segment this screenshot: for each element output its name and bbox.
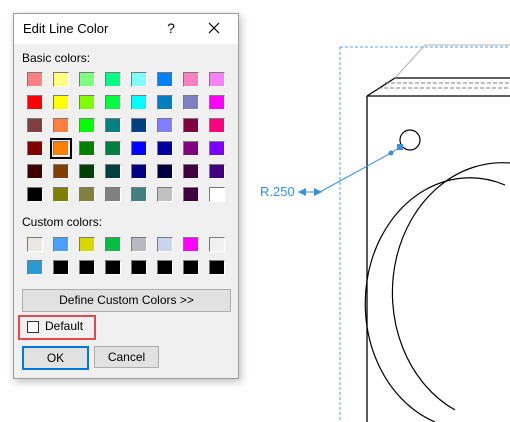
basic-color-swatch[interactable] <box>79 164 95 179</box>
basic-color-swatch[interactable] <box>157 72 173 87</box>
basic-color-swatch[interactable] <box>157 118 173 133</box>
basic-color-swatch[interactable] <box>131 95 147 110</box>
basic-color-swatch[interactable] <box>131 72 147 87</box>
view-boundary <box>339 46 510 422</box>
dimension-leader <box>319 146 401 193</box>
custom-color-swatch[interactable] <box>105 237 121 252</box>
basic-color-swatch[interactable] <box>105 72 121 87</box>
basic-color-swatch[interactable] <box>53 118 69 133</box>
basic-color-swatch[interactable] <box>131 187 147 202</box>
custom-color-swatch[interactable] <box>157 260 173 275</box>
basic-color-swatch[interactable] <box>50 138 72 159</box>
custom-color-swatch[interactable] <box>79 237 95 252</box>
custom-color-swatch[interactable] <box>131 237 147 252</box>
basic-color-swatch[interactable] <box>131 164 147 179</box>
basic-color-swatch[interactable] <box>79 141 95 156</box>
custom-color-swatch[interactable] <box>53 260 69 275</box>
dialog-title: Edit Line Color <box>23 21 109 36</box>
basic-color-swatch[interactable] <box>209 72 225 87</box>
basic-color-swatch[interactable] <box>27 72 43 87</box>
basic-color-swatch[interactable] <box>53 72 69 87</box>
custom-color-swatch[interactable] <box>105 260 121 275</box>
basic-color-swatch[interactable] <box>183 164 199 179</box>
custom-color-swatch[interactable] <box>209 237 225 252</box>
custom-color-swatch[interactable] <box>183 260 199 275</box>
basic-color-swatch[interactable] <box>79 118 95 133</box>
basic-color-swatch[interactable] <box>79 187 95 202</box>
basic-color-swatch[interactable] <box>209 95 225 110</box>
custom-color-swatch[interactable] <box>27 260 43 275</box>
custom-color-swatch[interactable] <box>79 260 95 275</box>
custom-color-swatch[interactable] <box>131 260 147 275</box>
basic-color-swatch[interactable] <box>27 187 43 202</box>
ghost-edge <box>394 44 510 79</box>
edit-line-color-dialog: Edit Line Color ? Basic colors: Custom c… <box>13 13 239 379</box>
custom-colors-grid <box>25 234 233 280</box>
basic-color-swatch[interactable] <box>105 95 121 110</box>
basic-color-swatch[interactable] <box>27 95 43 110</box>
basic-color-swatch[interactable] <box>131 118 147 133</box>
top-edge <box>366 77 510 97</box>
custom-color-swatch[interactable] <box>209 260 225 275</box>
basic-color-swatch[interactable] <box>27 141 43 156</box>
default-checkbox-label[interactable]: Default <box>45 319 83 333</box>
custom-color-swatch[interactable] <box>53 237 69 252</box>
basic-color-swatch[interactable] <box>157 141 173 156</box>
basic-color-swatch[interactable] <box>209 164 225 179</box>
basic-color-swatch[interactable] <box>53 187 69 202</box>
basic-color-swatch[interactable] <box>105 164 121 179</box>
basic-color-swatch[interactable] <box>105 187 121 202</box>
basic-color-swatch[interactable] <box>209 141 225 156</box>
basic-color-swatch[interactable] <box>183 72 199 87</box>
leader-handle[interactable] <box>397 144 403 150</box>
basic-color-swatch[interactable] <box>209 118 225 133</box>
basic-color-swatch[interactable] <box>27 118 43 133</box>
basic-color-swatch[interactable] <box>79 72 95 87</box>
basic-color-swatch[interactable] <box>183 118 199 133</box>
basic-color-swatch[interactable] <box>157 164 173 179</box>
dimension-arrow-right <box>314 188 322 196</box>
close-icon <box>208 22 220 34</box>
close-button[interactable] <box>204 18 224 38</box>
basic-color-swatch[interactable] <box>53 95 69 110</box>
basic-color-swatch[interactable] <box>209 187 225 202</box>
default-checkbox[interactable] <box>27 321 39 333</box>
help-button[interactable]: ? <box>162 18 180 38</box>
custom-colors-label: Custom colors: <box>22 215 103 229</box>
custom-color-swatch[interactable] <box>183 237 199 252</box>
custom-color-swatch[interactable] <box>157 237 173 252</box>
basic-colors-label: Basic colors: <box>22 51 91 65</box>
basic-color-swatch[interactable] <box>183 95 199 110</box>
basic-color-swatch[interactable] <box>157 187 173 202</box>
custom-color-swatch[interactable] <box>27 237 43 252</box>
basic-color-swatch[interactable] <box>131 141 147 156</box>
hatch-lines <box>378 82 510 89</box>
default-checkbox-highlight: Default <box>18 315 96 340</box>
radius-dimension-label[interactable]: R.250 <box>260 184 295 199</box>
large-arc-outer <box>364 177 506 422</box>
basic-color-swatch[interactable] <box>27 164 43 179</box>
basic-color-swatch[interactable] <box>183 187 199 202</box>
basic-color-swatch[interactable] <box>53 164 69 179</box>
basic-color-swatch[interactable] <box>105 118 121 133</box>
basic-color-swatch[interactable] <box>183 141 199 156</box>
cancel-button[interactable]: Cancel <box>94 346 159 368</box>
dimension-arrow-left <box>298 188 306 196</box>
basic-color-swatch[interactable] <box>105 141 121 156</box>
leader-point[interactable] <box>388 150 394 156</box>
basic-colors-grid <box>25 69 233 207</box>
basic-color-swatch[interactable] <box>79 95 95 110</box>
define-custom-colors-button[interactable]: Define Custom Colors >> <box>22 289 231 312</box>
dialog-titlebar[interactable]: Edit Line Color ? <box>14 14 238 44</box>
ok-button[interactable]: OK <box>22 346 89 370</box>
basic-color-swatch[interactable] <box>157 95 173 110</box>
